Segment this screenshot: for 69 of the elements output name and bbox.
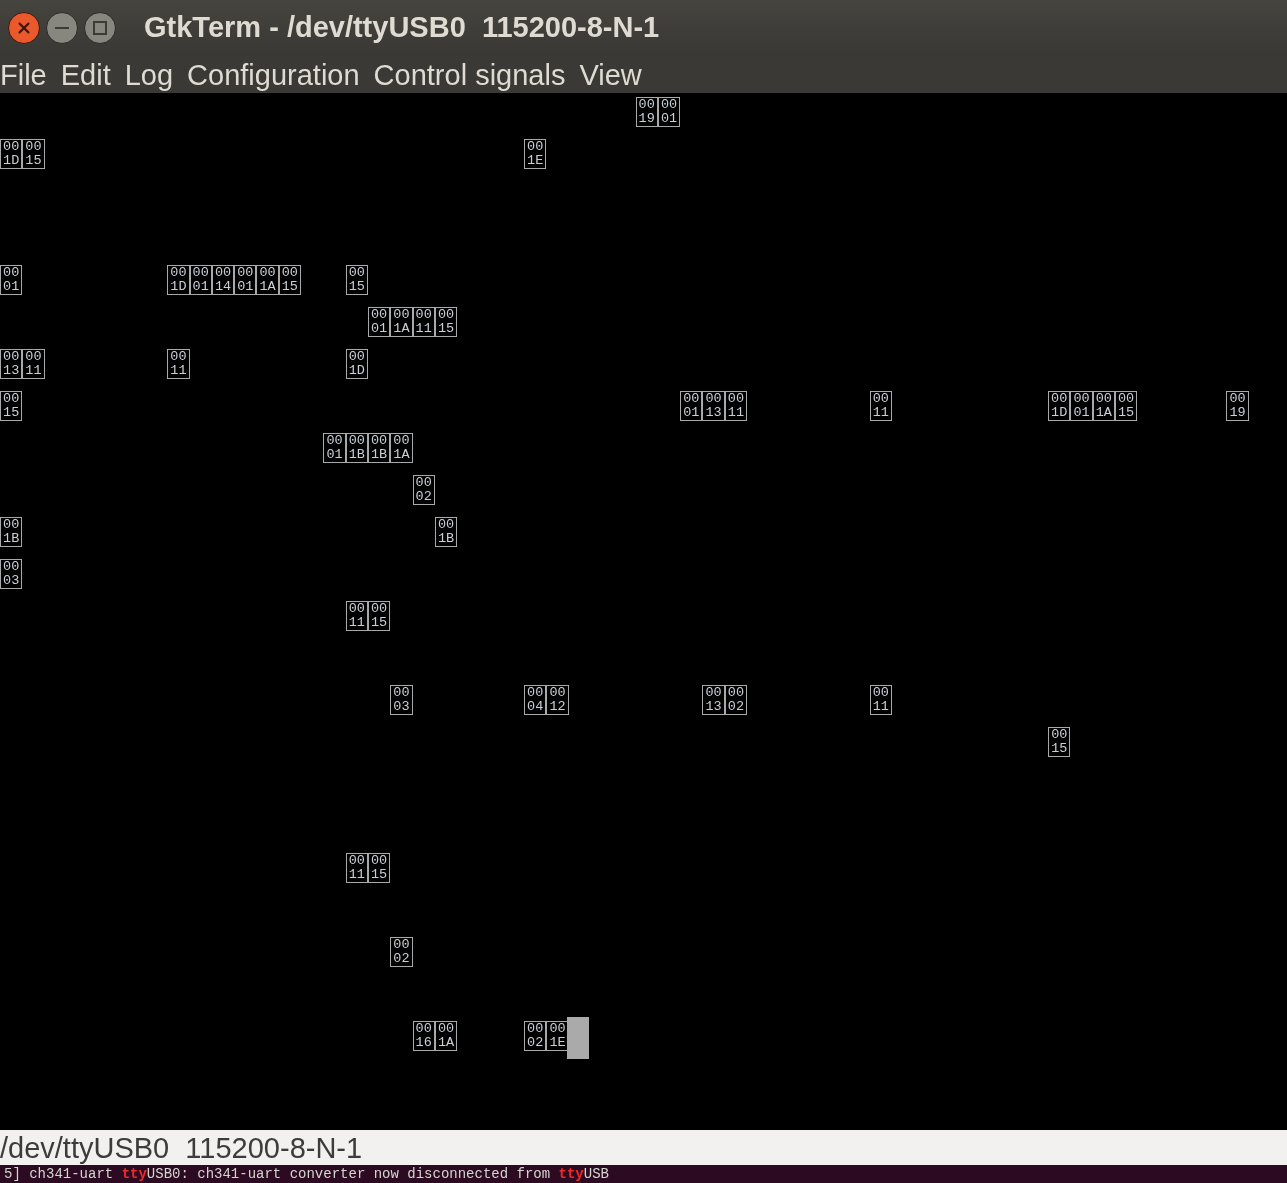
hex-code-glyph: 001D — [0, 139, 23, 169]
hex-code-glyph: 001D — [345, 349, 368, 379]
hex-code-glyph: 0019 — [635, 97, 658, 127]
hex-code-glyph: 0011 — [869, 391, 892, 421]
status-text: /dev/ttyUSB0 115200-8-N-1 — [0, 1130, 363, 1165]
hex-code-glyph: 0002 — [724, 685, 748, 715]
minimize-icon — [55, 26, 69, 30]
hex-code-glyph: 001D — [1048, 391, 1071, 421]
hex-code-glyph: 001E — [524, 139, 547, 169]
hex-code-glyph: 001B — [434, 517, 458, 547]
hex-code-glyph: 0001 — [367, 307, 391, 337]
hex-code-glyph: 0011 — [22, 349, 45, 379]
hex-code-glyph: 001A — [1092, 391, 1115, 421]
hex-code-glyph: 0011 — [724, 391, 748, 421]
hex-code-glyph: 0015 — [1048, 727, 1071, 757]
hex-code-glyph: 001A — [434, 1021, 458, 1051]
hex-code-glyph: 0019 — [1226, 391, 1249, 421]
menu-item[interactable]: Log — [124, 57, 174, 92]
hex-code-glyph: 001A — [256, 265, 279, 295]
hex-code-glyph: 0002 — [390, 937, 413, 967]
hex-code-glyph: 0015 — [0, 391, 23, 421]
hex-code-glyph: 0001 — [323, 433, 346, 463]
minimize-button[interactable] — [46, 12, 78, 44]
kernel-log-line: 5] ch341-uart ttyUSB0: ch341-uart converter now disconnected from ttyUSB — [4, 1165, 609, 1183]
menu-item[interactable]: View — [579, 57, 642, 92]
hex-code-glyph: 0014 — [211, 265, 235, 295]
hex-code-glyph: 001B — [367, 433, 391, 463]
hex-code-glyph: 0015 — [367, 601, 391, 631]
hex-code-glyph: 0013 — [702, 685, 725, 715]
hex-code-glyph: 0002 — [524, 1021, 547, 1051]
hex-code-glyph: 0011 — [345, 853, 368, 883]
hex-code-glyph: 0011 — [345, 601, 368, 631]
hex-code-glyph: 0001 — [1070, 391, 1093, 421]
hex-code-glyph: 001D — [167, 265, 190, 295]
menu-item[interactable]: Edit — [60, 57, 111, 92]
hex-code-glyph: 0016 — [412, 1021, 435, 1051]
hex-code-glyph: 0002 — [412, 475, 435, 505]
hex-code-glyph: 0015 — [345, 265, 368, 295]
hex-code-glyph: 0001 — [0, 265, 23, 295]
hex-code-glyph: 0011 — [869, 685, 892, 715]
hex-code-glyph: 0015 — [1114, 391, 1138, 421]
hex-code-glyph: 0003 — [390, 685, 413, 715]
window-title: GtkTerm - /dev/ttyUSB0 115200-8-N-1 — [144, 10, 660, 46]
hex-code-glyph: 001A — [390, 433, 413, 463]
hex-code-glyph: 0001 — [657, 97, 681, 127]
hex-code-glyph: 0001 — [680, 391, 703, 421]
hex-code-glyph: 001A — [390, 307, 413, 337]
hex-code-glyph: 0015 — [434, 307, 458, 337]
hex-code-glyph: 0015 — [22, 139, 45, 169]
hex-code-glyph: 001B — [0, 517, 23, 547]
hex-code-glyph: 0001 — [234, 265, 257, 295]
hex-code-glyph: 0013 — [702, 391, 725, 421]
hex-code-glyph: 0003 — [0, 559, 23, 589]
menu-item[interactable]: Control signals — [373, 57, 566, 92]
hex-code-glyph: 0011 — [167, 349, 190, 379]
hex-code-glyph: 0012 — [546, 685, 569, 715]
hex-code-glyph: 0001 — [189, 265, 212, 295]
close-icon — [17, 21, 31, 35]
maximize-icon — [93, 21, 107, 35]
maximize-button[interactable] — [84, 12, 116, 44]
hex-code-glyph: 001B — [345, 433, 368, 463]
hex-code-glyph: 0011 — [412, 307, 435, 337]
hex-code-glyph: 0013 — [0, 349, 23, 379]
hex-code-glyph: 0015 — [278, 265, 301, 295]
hex-code-glyph: 0015 — [367, 853, 391, 883]
close-button[interactable] — [8, 12, 40, 44]
menu-item[interactable]: File — [0, 57, 47, 92]
hex-code-glyph: 0004 — [524, 685, 547, 715]
menu-item[interactable]: Configuration — [187, 57, 360, 92]
